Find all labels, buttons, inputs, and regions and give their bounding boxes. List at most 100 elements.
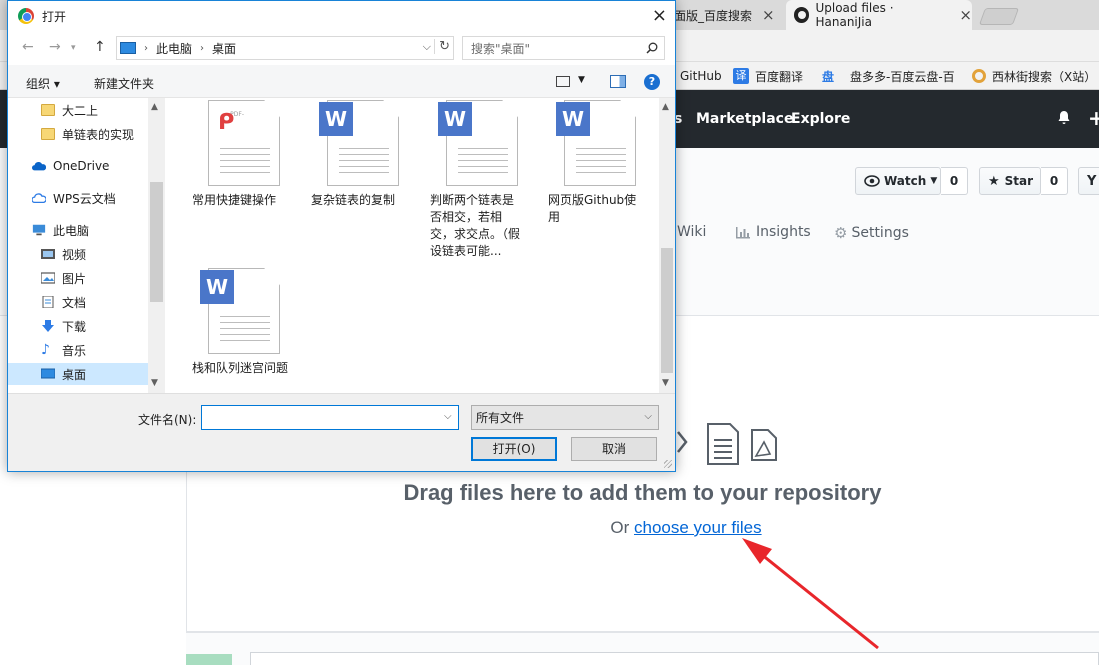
- preview-pane-icon[interactable]: [610, 75, 626, 88]
- close-tab-icon[interactable]: ×: [959, 6, 972, 24]
- bookmark-panduoduo[interactable]: 盘多多-百度云盘-百: [850, 67, 955, 85]
- chevron-down-icon: ▼: [930, 176, 938, 186]
- this-pc-icon: [120, 42, 136, 54]
- close-icon[interactable]: ×: [652, 5, 667, 26]
- tab-settings[interactable]: ⚙ Settings: [834, 224, 909, 242]
- bookmark-baidu-translate[interactable]: 译 百度翻译: [733, 67, 803, 85]
- chevron-down-icon[interactable]: ▼: [578, 75, 585, 85]
- folder-icon: [41, 128, 55, 140]
- new-tab-button[interactable]: [978, 8, 1020, 25]
- avatar: [186, 654, 232, 665]
- tab-title: Upload files · HananiJia: [815, 1, 894, 29]
- watch-button[interactable]: Watch ▼: [855, 167, 941, 195]
- downloads-icon: [42, 320, 54, 332]
- close-tab-icon[interactable]: ×: [762, 6, 775, 24]
- tab-baidu-search[interactable]: 面版_百度搜索 ×: [660, 0, 780, 30]
- onedrive-icon: [32, 161, 46, 171]
- file-item-wps[interactable]: W 复杂链表的复制: [311, 100, 421, 209]
- tree-item-music[interactable]: ♪ 音乐: [8, 339, 148, 361]
- tab-upload-files[interactable]: Upload files · HananiJia ×: [786, 0, 972, 30]
- watch-count[interactable]: 0: [941, 167, 968, 195]
- code-file-icon: [677, 431, 688, 453]
- plus-icon[interactable]: +: [1088, 106, 1099, 130]
- chevron-right-icon: ›: [144, 42, 148, 54]
- tree-item-pictures[interactable]: 图片: [8, 267, 148, 289]
- file-item-wps[interactable]: W 栈和队列迷宫问题: [192, 268, 288, 377]
- bookmark-github[interactable]: GitHub: [680, 67, 722, 85]
- scroll-up-icon[interactable]: ▲: [662, 102, 669, 112]
- tree-item-desktop[interactable]: 桌面: [8, 363, 148, 385]
- file-list: -PDF- ᑭ 常用快捷键操作 W 复杂链表的复制 W 判断两个链表是否相交，若…: [166, 98, 659, 393]
- cancel-button[interactable]: 取消: [571, 437, 657, 461]
- tree-item-downloads[interactable]: 下载: [8, 315, 148, 337]
- gear-icon: ⚙: [834, 224, 848, 242]
- bell-icon[interactable]: [1056, 110, 1072, 126]
- file-label: 常用快捷键操作: [192, 193, 277, 207]
- navigation-scrollbar[interactable]: ▲ ▼: [148, 98, 165, 393]
- scroll-up-icon[interactable]: ▲: [151, 102, 158, 112]
- pictures-icon: [41, 272, 55, 284]
- nav-marketplace[interactable]: Marketplace: [696, 111, 793, 127]
- tree-item-this-pc[interactable]: 此电脑: [8, 219, 148, 241]
- file-item-pdf[interactable]: -PDF- ᑭ 常用快捷键操作: [192, 100, 302, 209]
- tree-item-linked-list[interactable]: 单链表的实现: [8, 123, 148, 145]
- scroll-thumb[interactable]: [661, 248, 673, 373]
- tree-item-onedrive[interactable]: OneDrive: [8, 155, 148, 177]
- bookmark-baidu-pan[interactable]: 盘: [822, 67, 834, 85]
- choose-your-files-link[interactable]: choose your files: [634, 518, 762, 537]
- up-arrow-icon[interactable]: ↑: [94, 39, 106, 55]
- file-label: 网页版Github使用: [548, 193, 637, 224]
- view-options-icon[interactable]: [556, 76, 570, 87]
- filename-input[interactable]: [201, 405, 459, 430]
- scroll-thumb[interactable]: [150, 182, 163, 302]
- file-item-wps[interactable]: W 判断两个链表是否相交，若相交，求交点。（假设链表可能...: [430, 100, 520, 260]
- wps-file-icon: W: [438, 100, 518, 186]
- search-input[interactable]: 搜索"桌面": [462, 36, 665, 60]
- tree-item-videos[interactable]: 视频: [8, 243, 148, 265]
- tab-wiki[interactable]: Wiki: [677, 224, 706, 240]
- file-item-wps[interactable]: W 网页版Github使用: [548, 100, 644, 226]
- file-label: 栈和队列迷宫问题: [192, 361, 289, 375]
- documents-icon: [42, 296, 54, 308]
- address-bar[interactable]: › 此电脑 › 桌面 ⌵ ↻: [116, 36, 454, 60]
- bookmark-xilinjie[interactable]: 西林街搜索（X站）: [972, 67, 1096, 85]
- tree-item-wps-cloud[interactable]: WPS云文档: [8, 187, 148, 209]
- navigation-pane: 大二上 单链表的实现 OneDrive WPS云文档 此电脑 视频 图片 文档 …: [8, 98, 160, 393]
- open-button[interactable]: 打开(O): [471, 437, 557, 461]
- navigation-bar: ← → ▾ ↑ › 此电脑 › 桌面 ⌵ ↻ 搜索"桌面": [8, 31, 675, 65]
- star-button[interactable]: ★ Star: [979, 167, 1041, 195]
- breadcrumb-this-pc[interactable]: 此电脑: [156, 40, 192, 57]
- tree-item-documents[interactable]: 文档: [8, 291, 148, 313]
- scroll-down-icon[interactable]: ▼: [151, 378, 158, 388]
- resize-grip[interactable]: [664, 460, 672, 468]
- file-list-scrollbar[interactable]: ▲ ▼: [659, 98, 675, 393]
- new-folder-button[interactable]: 新建文件夹: [94, 75, 154, 92]
- chevron-down-icon[interactable]: ⌵: [423, 40, 431, 54]
- breadcrumb-desktop[interactable]: 桌面: [212, 40, 236, 57]
- scroll-down-icon[interactable]: ▼: [662, 378, 669, 388]
- filetype-select[interactable]: 所有文件 ⌵: [471, 405, 659, 430]
- desktop-icon: [41, 368, 55, 379]
- dropzone-subtitle: Or choose your files: [610, 518, 762, 537]
- organize-button[interactable]: 组织 ▾: [26, 75, 60, 92]
- open-file-dialog: 打开 × ← → ▾ ↑ › 此电脑 › 桌面 ⌵ ↻ 搜索"桌面" 组织 ▾ …: [7, 0, 676, 472]
- tab-insights[interactable]: Insights: [735, 224, 811, 240]
- video-icon: [41, 249, 55, 259]
- dialog-footer: 文件名(N): ⌵ 所有文件 ⌵ 打开(O) 取消: [8, 393, 675, 471]
- star-count[interactable]: 0: [1041, 167, 1068, 195]
- chevron-right-icon: ›: [200, 42, 205, 54]
- file-label: 复杂链表的复制: [311, 193, 396, 207]
- fork-icon: Y: [1087, 173, 1097, 189]
- fork-button[interactable]: Y: [1078, 167, 1099, 195]
- help-icon[interactable]: ?: [644, 74, 660, 90]
- file-label: 判断两个链表是否相交，若相交，求交点。（假设链表可能...: [430, 193, 521, 258]
- tree-item-dae-shang[interactable]: 大二上: [8, 99, 148, 121]
- chrome-icon: [18, 8, 34, 24]
- chevron-down-icon[interactable]: ⌵: [444, 411, 452, 422]
- refresh-icon[interactable]: ↻: [434, 39, 450, 54]
- commit-box: [250, 652, 1099, 665]
- recent-dropdown-icon[interactable]: ▾: [71, 43, 76, 53]
- back-arrow-icon[interactable]: ←: [22, 39, 34, 55]
- nav-explore[interactable]: Explore: [791, 111, 850, 127]
- forward-arrow-icon[interactable]: →: [49, 39, 61, 55]
